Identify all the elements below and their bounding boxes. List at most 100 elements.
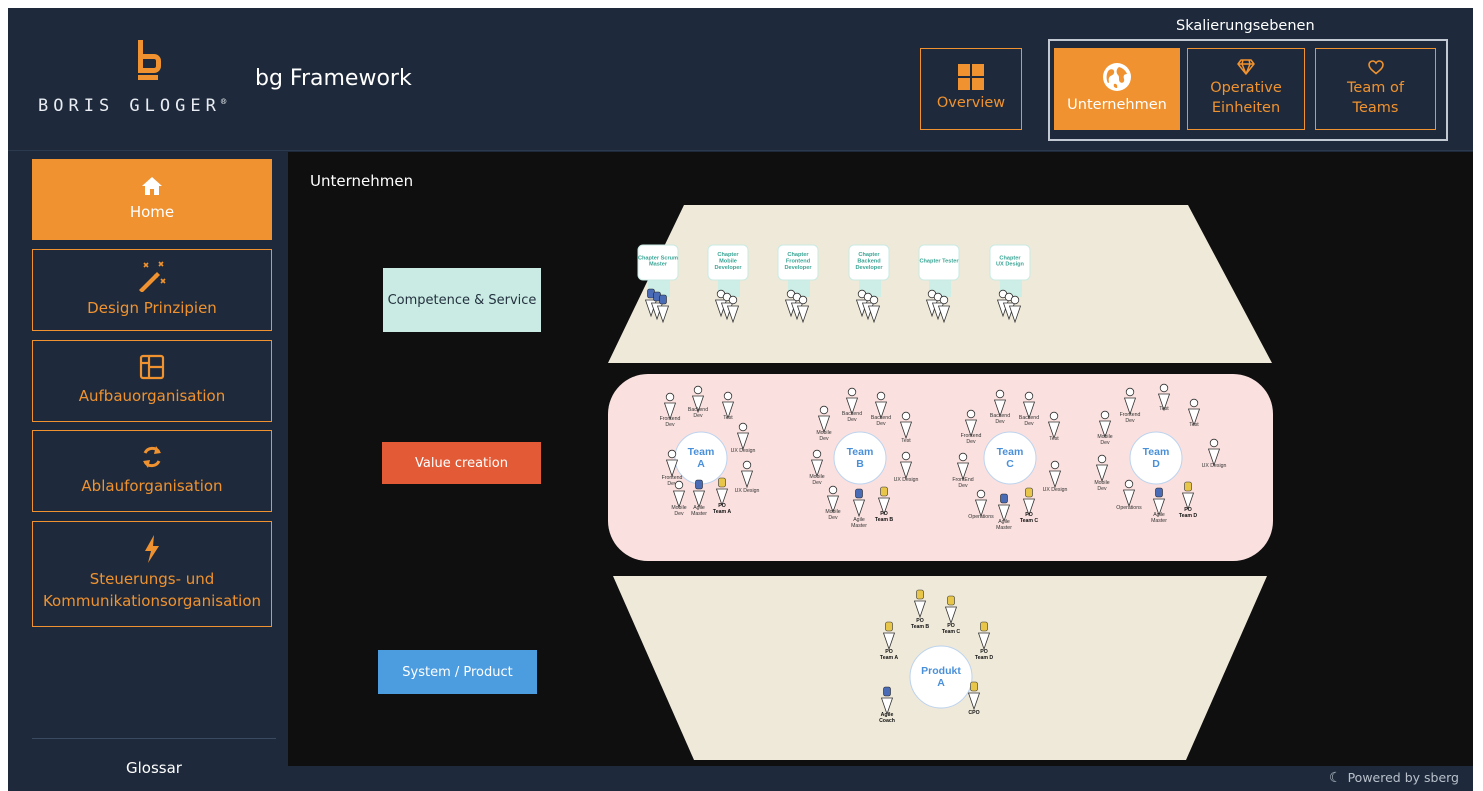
- agile-hat: [1000, 493, 1008, 504]
- footer: ☾ Powered by sberg: [288, 766, 1473, 791]
- magic-wand-icon: [139, 261, 166, 293]
- app-window: BORIS GLOGER® bg Framework Overview Skal…: [8, 8, 1473, 791]
- po-hat: [980, 621, 988, 632]
- person-head: [728, 295, 738, 305]
- person-head: [798, 295, 808, 305]
- role-label: Test: [723, 415, 733, 421]
- chapter-label: Chapter Tester: [919, 259, 959, 265]
- role-label: Agile Master: [851, 517, 867, 529]
- nav-team-of-teams-button[interactable]: Team of Teams: [1315, 48, 1436, 130]
- sidebar-item-label-2: Kommunikationsorganisation: [42, 592, 262, 610]
- sidebar-item-steuerungs-kommunikation[interactable]: Steuerungs- und Kommunikationsorganisati…: [32, 521, 272, 627]
- moon-icon: ☾: [1329, 770, 1342, 786]
- agile-hat: [659, 294, 667, 305]
- person-head: [667, 449, 677, 459]
- layout-icon: [139, 355, 165, 380]
- level-competence-service-button[interactable]: Competence & Service: [383, 268, 541, 332]
- home-icon: [142, 176, 162, 195]
- person-head: [1159, 383, 1169, 393]
- person-head: [1124, 479, 1134, 489]
- person-head: [693, 385, 703, 395]
- level-value-creation-button[interactable]: Value creation: [382, 442, 541, 484]
- role-label: UX Design: [894, 477, 919, 483]
- po-hat: [1184, 481, 1192, 492]
- nav-operative-einheiten-button[interactable]: Operative Einheiten: [1187, 48, 1305, 130]
- po-hat: [885, 621, 893, 632]
- nav-operative-label-2: Einheiten: [1211, 100, 1281, 116]
- po-hat: [1025, 487, 1033, 498]
- role-label: Operations: [1116, 505, 1142, 511]
- globe-icon: [1103, 63, 1131, 92]
- sidebar-divider: [32, 738, 276, 739]
- nav-unternehmen-button[interactable]: Unternehmen: [1054, 48, 1180, 130]
- level-system-product-button[interactable]: System / Product: [378, 650, 537, 694]
- refresh-icon: [143, 446, 161, 469]
- powered-by[interactable]: ☾ Powered by sberg: [1329, 770, 1459, 786]
- role-label: CPO: [968, 710, 979, 716]
- boris-gloger-logo[interactable]: BORIS GLOGER®: [38, 40, 268, 130]
- role-label: Agile Master: [691, 505, 707, 517]
- role-label: UX Design: [735, 488, 760, 494]
- role-label: Test: [1189, 422, 1199, 428]
- role-label: UX Design: [1202, 463, 1227, 469]
- role-label: Agile Master: [996, 519, 1012, 531]
- person-head: [742, 460, 752, 470]
- person-head: [1049, 411, 1059, 421]
- page-title: Unternehmen: [310, 172, 414, 190]
- logo-text: BORIS GLOGER®: [38, 96, 227, 116]
- nav-overview-label: Overview: [936, 95, 1006, 112]
- chapter-label: Chapter UX Design: [996, 255, 1025, 267]
- sidebar-item-label: Design Prinzipien: [87, 299, 217, 318]
- nav-overview-button[interactable]: Overview: [920, 48, 1022, 130]
- role-label: Operations: [968, 514, 994, 520]
- nav-unternehmen-label: Unternehmen: [1067, 97, 1167, 114]
- person-head: [966, 409, 976, 419]
- heart-icon: [1367, 60, 1384, 75]
- po-hat: [947, 595, 955, 606]
- sidebar-item-aufbauorganisation[interactable]: Aufbauorganisation: [32, 340, 272, 422]
- agile-hat: [1155, 487, 1163, 498]
- person-head: [1050, 460, 1060, 470]
- sidebar-item-design-prinzipien[interactable]: Design Prinzipien: [32, 249, 272, 331]
- sidebar-item-label-1: Steuerungs- und: [89, 570, 215, 589]
- role-label: Test: [901, 438, 911, 444]
- agile-hat: [855, 488, 863, 499]
- diamond-icon: [1237, 59, 1255, 76]
- person-head: [665, 392, 675, 402]
- role-label: Test: [1159, 406, 1169, 412]
- person-head: [1024, 391, 1034, 401]
- role-label: Agile Coach: [879, 712, 895, 724]
- po-hat: [880, 486, 888, 497]
- nav-teams-label-1: Team of: [1347, 79, 1404, 96]
- person-head: [976, 489, 986, 499]
- person-head: [869, 295, 879, 305]
- person-head: [738, 422, 748, 432]
- sidebar-item-label: Ablauforganisation: [81, 477, 223, 496]
- main-content: Unternehmen Competence & Service Value c…: [288, 152, 1473, 766]
- person-head: [828, 485, 838, 495]
- sidebar-item-ablauforganisation[interactable]: Ablauforganisation: [32, 430, 272, 512]
- person-head: [958, 452, 968, 462]
- agile-hat: [883, 686, 891, 697]
- sidebar-item-label: Home: [129, 202, 175, 221]
- sidebar-item-home[interactable]: Home: [32, 159, 272, 240]
- scale-title: Skalierungsebenen: [1176, 18, 1315, 34]
- person-head: [876, 391, 886, 401]
- chapter-label: Chapter Backend Developer: [855, 252, 883, 271]
- lightning-icon: [145, 535, 159, 564]
- person-head: [1100, 410, 1110, 420]
- glossar-link[interactable]: Glossar: [32, 748, 276, 788]
- person-head: [1189, 398, 1199, 408]
- agile-hat: [695, 479, 703, 490]
- person-head: [819, 405, 829, 415]
- logo-mark-icon: [138, 40, 161, 80]
- person-head: [1097, 454, 1107, 464]
- person-head: [1125, 387, 1135, 397]
- person-head: [723, 391, 733, 401]
- po-hat: [970, 681, 978, 692]
- sidebar: Home Design Prinzipien Aufbauorganisatio…: [8, 152, 288, 791]
- po-hat: [718, 477, 726, 488]
- person-head: [939, 295, 949, 305]
- role-label: Test: [1049, 436, 1059, 442]
- grid-icon: [958, 64, 984, 91]
